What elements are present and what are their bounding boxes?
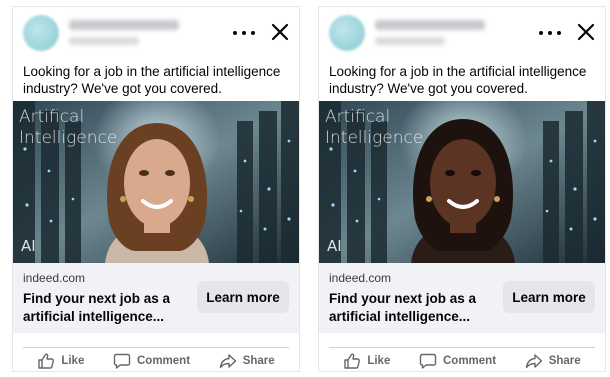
advertiser-name-redacted[interactable] — [69, 20, 179, 30]
advertiser-name-redacted[interactable] — [375, 20, 485, 30]
ad-domain: indeed.com — [329, 271, 392, 285]
ad-body-text: Looking for a job in the artificial inte… — [329, 64, 587, 96]
overlay-title: Artifical Intelligence — [325, 107, 424, 148]
close-icon[interactable] — [575, 21, 597, 43]
comment-icon — [419, 353, 437, 369]
ad-domain: indeed.com — [23, 271, 86, 285]
ad-headline: Find your next job as a artificial intel… — [23, 291, 171, 324]
overlay-ai-label: AI — [327, 237, 342, 255]
learn-more-button[interactable]: Learn more — [197, 281, 289, 313]
ad-headline: Find your next job as a artificial intel… — [329, 291, 477, 324]
person-face — [430, 139, 496, 227]
close-icon[interactable] — [269, 21, 291, 43]
like-icon — [38, 353, 55, 369]
comment-button[interactable]: Comment — [419, 352, 496, 370]
like-button[interactable]: Like — [37, 352, 84, 370]
comment-label: Comment — [137, 355, 191, 367]
comment-label: Comment — [443, 355, 497, 367]
more-icon[interactable] — [539, 23, 561, 43]
share-icon — [525, 354, 542, 369]
ad-body-text: Looking for a job in the artificial inte… — [23, 64, 281, 96]
like-button[interactable]: Like — [343, 352, 390, 370]
comment-button[interactable]: Comment — [113, 352, 190, 370]
more-icon[interactable] — [233, 23, 255, 43]
ad-header — [319, 7, 605, 59]
ad-card: Looking for a job in the artificial inte… — [318, 6, 606, 372]
comment-icon — [113, 353, 131, 369]
ad-image[interactable]: Artifical Intelligence AI — [319, 101, 605, 263]
action-bar: Like Comment Share — [23, 347, 289, 374]
ad-header — [13, 7, 299, 59]
sponsored-label-redacted — [375, 37, 445, 45]
share-label: Share — [548, 355, 581, 367]
ad-image[interactable]: Artifical Intelligence AI — [13, 101, 299, 263]
avatar[interactable] — [329, 15, 365, 51]
cta-area[interactable]: indeed.com Find your next job as a artif… — [13, 263, 299, 333]
like-label: Like — [61, 355, 85, 367]
share-button[interactable]: Share — [219, 352, 275, 370]
ad-card: Looking for a job in the artificial inte… — [12, 6, 300, 372]
action-bar: Like Comment Share — [329, 347, 595, 374]
share-icon — [219, 354, 236, 369]
share-label: Share — [242, 355, 275, 367]
avatar[interactable] — [23, 15, 59, 51]
overlay-ai-label: AI — [21, 237, 36, 255]
like-icon — [344, 353, 361, 369]
like-label: Like — [367, 355, 391, 367]
overlay-title: Artifical Intelligence — [19, 107, 118, 148]
sponsored-label-redacted — [69, 37, 139, 45]
person-face — [124, 139, 190, 227]
learn-more-button[interactable]: Learn more — [503, 281, 595, 313]
share-button[interactable]: Share — [525, 352, 581, 370]
cta-area[interactable]: indeed.com Find your next job as a artif… — [319, 263, 605, 333]
